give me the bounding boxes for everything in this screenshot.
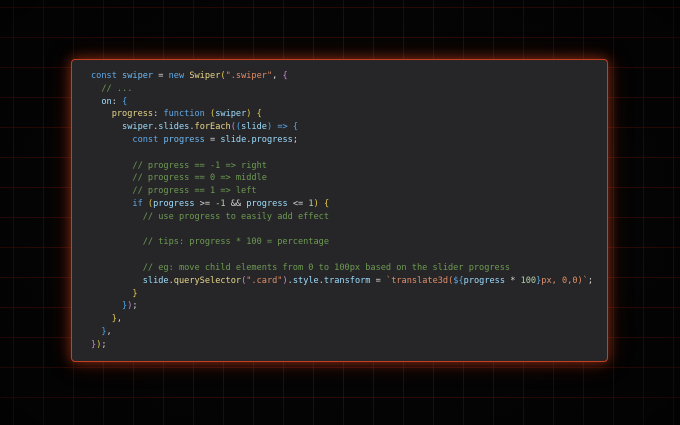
code-token: ,: [116, 314, 123, 325]
code-token: transform: [323, 275, 371, 286]
code-token: =: [204, 134, 221, 145]
code-token: querySelector: [173, 275, 242, 286]
code-token: ".card": [246, 275, 283, 286]
code-token: // use progress to easily add effect: [91, 211, 329, 222]
code-token: ;: [292, 134, 299, 145]
code-token: }: [91, 314, 117, 325]
code-line: progress: function (swiper) {: [91, 108, 593, 121]
code-line: ​: [91, 147, 593, 160]
code-token: const: [91, 134, 164, 145]
code-token: =: [370, 275, 387, 286]
code-line: const swiper = new Swiper(".swiper", {: [91, 70, 593, 83]
code-token: style: [292, 275, 319, 286]
code-line: });: [91, 339, 593, 352]
code-token: {: [282, 71, 288, 81]
code-token: progress: [163, 134, 205, 145]
code-token: ): [313, 198, 324, 209]
code-token: Swiper: [189, 71, 221, 81]
code-token: ${: [453, 275, 464, 286]
code-token: }: [91, 326, 107, 337]
code-line: // ...: [91, 83, 593, 96]
code-token: slide: [220, 134, 247, 145]
code-token: ,: [106, 326, 112, 337]
code-token: slides: [158, 122, 190, 133]
code-token: =>: [272, 122, 293, 133]
code-token: const: [91, 71, 123, 81]
code-token: progress: [251, 134, 293, 145]
code-token: =: [153, 71, 169, 81]
code-token: swiper: [91, 122, 154, 133]
code-block: const swiper = new Swiper(".swiper", { /…: [91, 70, 593, 352]
code-token: }: [91, 288, 138, 299]
code-token: ;: [587, 275, 594, 286]
code-line: // progress == 1 => left: [91, 185, 593, 198]
code-line: // progress == -1 => right: [91, 160, 593, 173]
code-token: px, 0,0)`: [541, 275, 588, 286]
code-token: >=: [194, 198, 216, 209]
code-token: {: [122, 96, 128, 107]
code-token: progress: [153, 198, 195, 209]
code-line: });: [91, 300, 593, 313]
code-token: ): [246, 109, 257, 120]
code-token: {: [292, 122, 299, 133]
code-line: ​: [91, 224, 593, 237]
code-token: `translate3d(: [386, 275, 454, 286]
code-token: progress: [463, 275, 506, 286]
code-token: // eg: move child elements from 0 to 100…: [91, 262, 511, 273]
code-token: 100: [520, 275, 537, 286]
code-line: const progress = slide.progress;: [91, 134, 593, 147]
code-token: progress: [246, 198, 288, 209]
code-token: on: [91, 96, 112, 107]
code-token: {: [256, 109, 262, 120]
code-token: ;: [101, 339, 107, 350]
code-token: // progress == 0 => middle: [91, 173, 267, 184]
code-token: new: [168, 71, 190, 81]
code-line: if (progress >= -1 && progress <= 1) {: [91, 198, 593, 211]
code-line: ​: [91, 249, 593, 262]
code-line: }: [91, 288, 593, 301]
code-token: slide: [91, 275, 169, 286]
code-line: swiper.slides.forEach((slide) => {: [91, 121, 593, 134]
code-token: forEach: [194, 122, 231, 133]
code-token: *: [505, 275, 521, 286]
code-token: &&: [225, 198, 247, 209]
code-card: const swiper = new Swiper(".swiper", { /…: [71, 59, 608, 362]
code-token: // ...: [91, 83, 133, 94]
code-token: // progress == 1 => left: [91, 186, 257, 197]
code-token: :: [111, 96, 123, 107]
code-token: swiper: [215, 109, 247, 120]
code-token: // tips: progress * 100 = percentage: [91, 237, 329, 248]
code-token: // progress == -1 => right: [91, 160, 267, 171]
code-token: {: [323, 198, 330, 209]
code-token: if: [91, 198, 148, 209]
code-line: },: [91, 313, 593, 326]
code-token: swiper: [122, 71, 154, 81]
code-line: // progress == 0 => middle: [91, 172, 593, 185]
code-token: function: [163, 109, 211, 120]
code-token: :: [153, 109, 164, 120]
code-token: slide: [241, 122, 267, 133]
code-line: // eg: move child elements from 0 to 100…: [91, 262, 593, 275]
code-line: on: {: [91, 96, 593, 109]
code-token: ;: [132, 301, 138, 312]
code-line: // use progress to easily add effect: [91, 211, 593, 224]
code-line: },: [91, 326, 593, 339]
code-line: slide.querySelector(".card").style.trans…: [91, 275, 593, 288]
code-token: ".swiper": [225, 71, 273, 81]
code-token: -1: [215, 198, 226, 209]
code-token: progress: [91, 109, 154, 120]
code-token: <=: [287, 198, 309, 209]
code-line: // tips: progress * 100 = percentage: [91, 236, 593, 249]
code-token: ,: [272, 71, 283, 81]
